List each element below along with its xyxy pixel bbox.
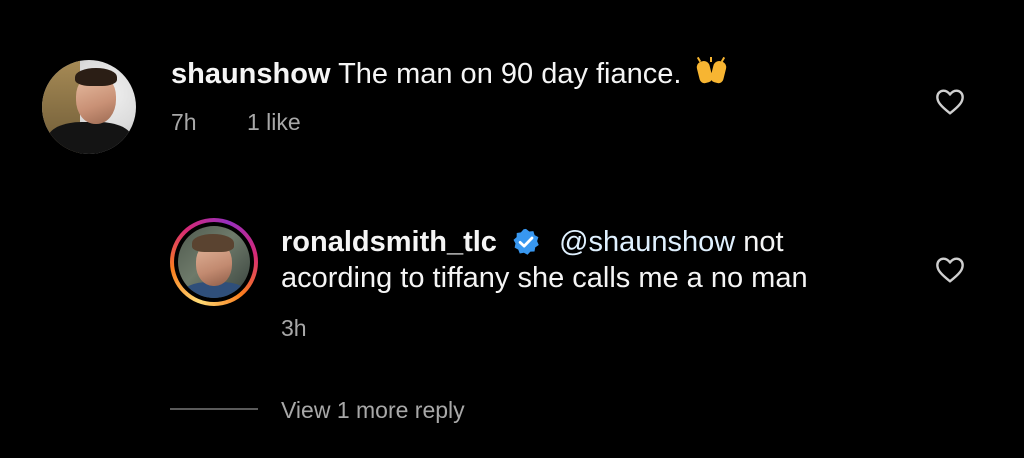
comment-body: The man on 90 day fiance. bbox=[338, 58, 682, 90]
avatar-shirt bbox=[48, 122, 132, 154]
comment-timestamp: 7h bbox=[171, 109, 197, 135]
comment-username[interactable]: shaunshow bbox=[171, 58, 331, 90]
reply-text-row: ronaldsmith_tlc @shaunshow not bbox=[281, 223, 784, 261]
comment-text-row: shaunshow The man on 90 day fiance. bbox=[171, 55, 728, 93]
reply-username[interactable]: ronaldsmith_tlc bbox=[281, 226, 497, 258]
replies-divider-line bbox=[170, 408, 258, 410]
raising-hands-icon bbox=[694, 56, 728, 85]
view-more-replies-button[interactable]: View 1 more reply bbox=[281, 395, 465, 425]
reply-mention-link[interactable]: @shaunshow bbox=[559, 226, 735, 258]
verified-badge-icon bbox=[513, 228, 539, 255]
avatar-shaunshow[interactable] bbox=[42, 60, 136, 154]
comment-meta: 7h 1 like bbox=[171, 107, 301, 137]
avatar-hair bbox=[75, 68, 117, 86]
like-heart-icon[interactable] bbox=[933, 254, 967, 286]
comment-likes[interactable]: 1 like bbox=[247, 109, 301, 135]
avatar-ring-gap bbox=[174, 222, 254, 302]
like-heart-icon[interactable] bbox=[933, 86, 967, 118]
avatar-ronaldsmith bbox=[178, 226, 250, 298]
reply-text-line2: acording to tiffany she calls me a no ma… bbox=[281, 262, 808, 294]
avatar-ronaldsmith-story-ring[interactable] bbox=[170, 218, 258, 306]
avatar-hair bbox=[192, 234, 234, 252]
reply-timestamp: 3h bbox=[281, 315, 307, 341]
reply-text-line1: not bbox=[743, 226, 784, 258]
